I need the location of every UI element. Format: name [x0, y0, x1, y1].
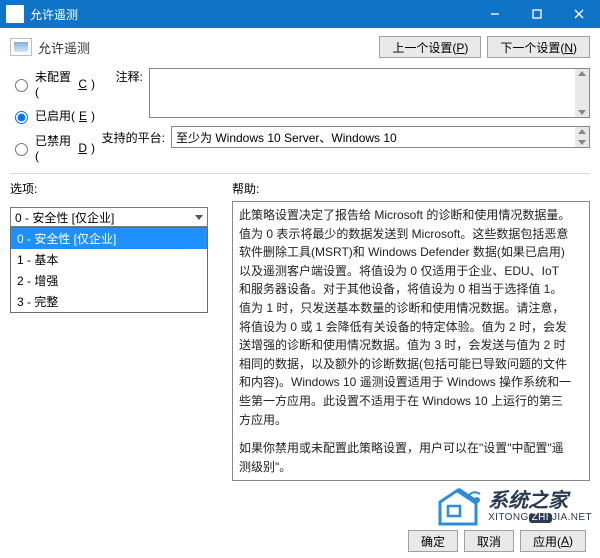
help-label: 帮助:: [232, 182, 259, 196]
ok-button[interactable]: 确定: [408, 530, 458, 552]
radio-not-configured[interactable]: 未配置(C): [10, 68, 95, 99]
minimize-button[interactable]: [474, 0, 516, 28]
options-dropdown: 0 - 安全性 [仅企业] 1 - 基本 2 - 增强 3 - 完整: [10, 227, 208, 313]
policy-title: 允许遥测: [38, 38, 90, 57]
comment-input[interactable]: [149, 68, 590, 118]
divider: [10, 173, 590, 174]
apply-button[interactable]: 应用(A): [520, 530, 586, 552]
dropdown-item[interactable]: 2 - 增强: [11, 270, 207, 291]
dropdown-item[interactable]: 3 - 完整: [11, 291, 207, 312]
help-text[interactable]: 此策略设置决定了报告给 Microsoft 的诊断和使用情况数据量。值为 0 表…: [232, 201, 590, 481]
options-label: 选项:: [10, 182, 37, 196]
combobox-value: 0 - 安全性 [仅企业]: [15, 209, 114, 226]
next-setting-button[interactable]: 下一个设置(N): [487, 36, 590, 58]
supported-label: 支持的平台:: [95, 129, 171, 146]
scrollbar[interactable]: [575, 69, 589, 117]
comment-label: 注释:: [95, 68, 149, 85]
prev-setting-button[interactable]: 上一个设置(P): [379, 36, 481, 58]
maximize-button[interactable]: [516, 0, 558, 28]
app-icon: [6, 5, 24, 23]
chevron-down-icon: [195, 215, 203, 220]
scrollbar[interactable]: [575, 127, 589, 147]
close-button[interactable]: [558, 0, 600, 28]
watermark: 系统之家 XITONGZHIJIA.NET: [434, 486, 592, 528]
radio-disabled[interactable]: 已禁用(D): [10, 132, 95, 163]
window-title: 允许遥测: [30, 6, 78, 23]
watermark-icon: [434, 486, 482, 528]
radio-enabled[interactable]: 已启用(E): [10, 107, 95, 124]
titlebar: 允许遥测: [0, 0, 600, 28]
dropdown-item[interactable]: 1 - 基本: [11, 249, 207, 270]
policy-icon: [10, 38, 32, 56]
options-combobox[interactable]: 0 - 安全性 [仅企业]: [10, 207, 208, 227]
dropdown-item[interactable]: 0 - 安全性 [仅企业]: [11, 228, 207, 249]
state-radio-group: 未配置(C) 已启用(E) 已禁用(D): [10, 68, 95, 163]
cancel-button[interactable]: 取消: [464, 530, 514, 552]
supported-platforms: 至少为 Windows 10 Server、Windows 10: [171, 126, 590, 148]
